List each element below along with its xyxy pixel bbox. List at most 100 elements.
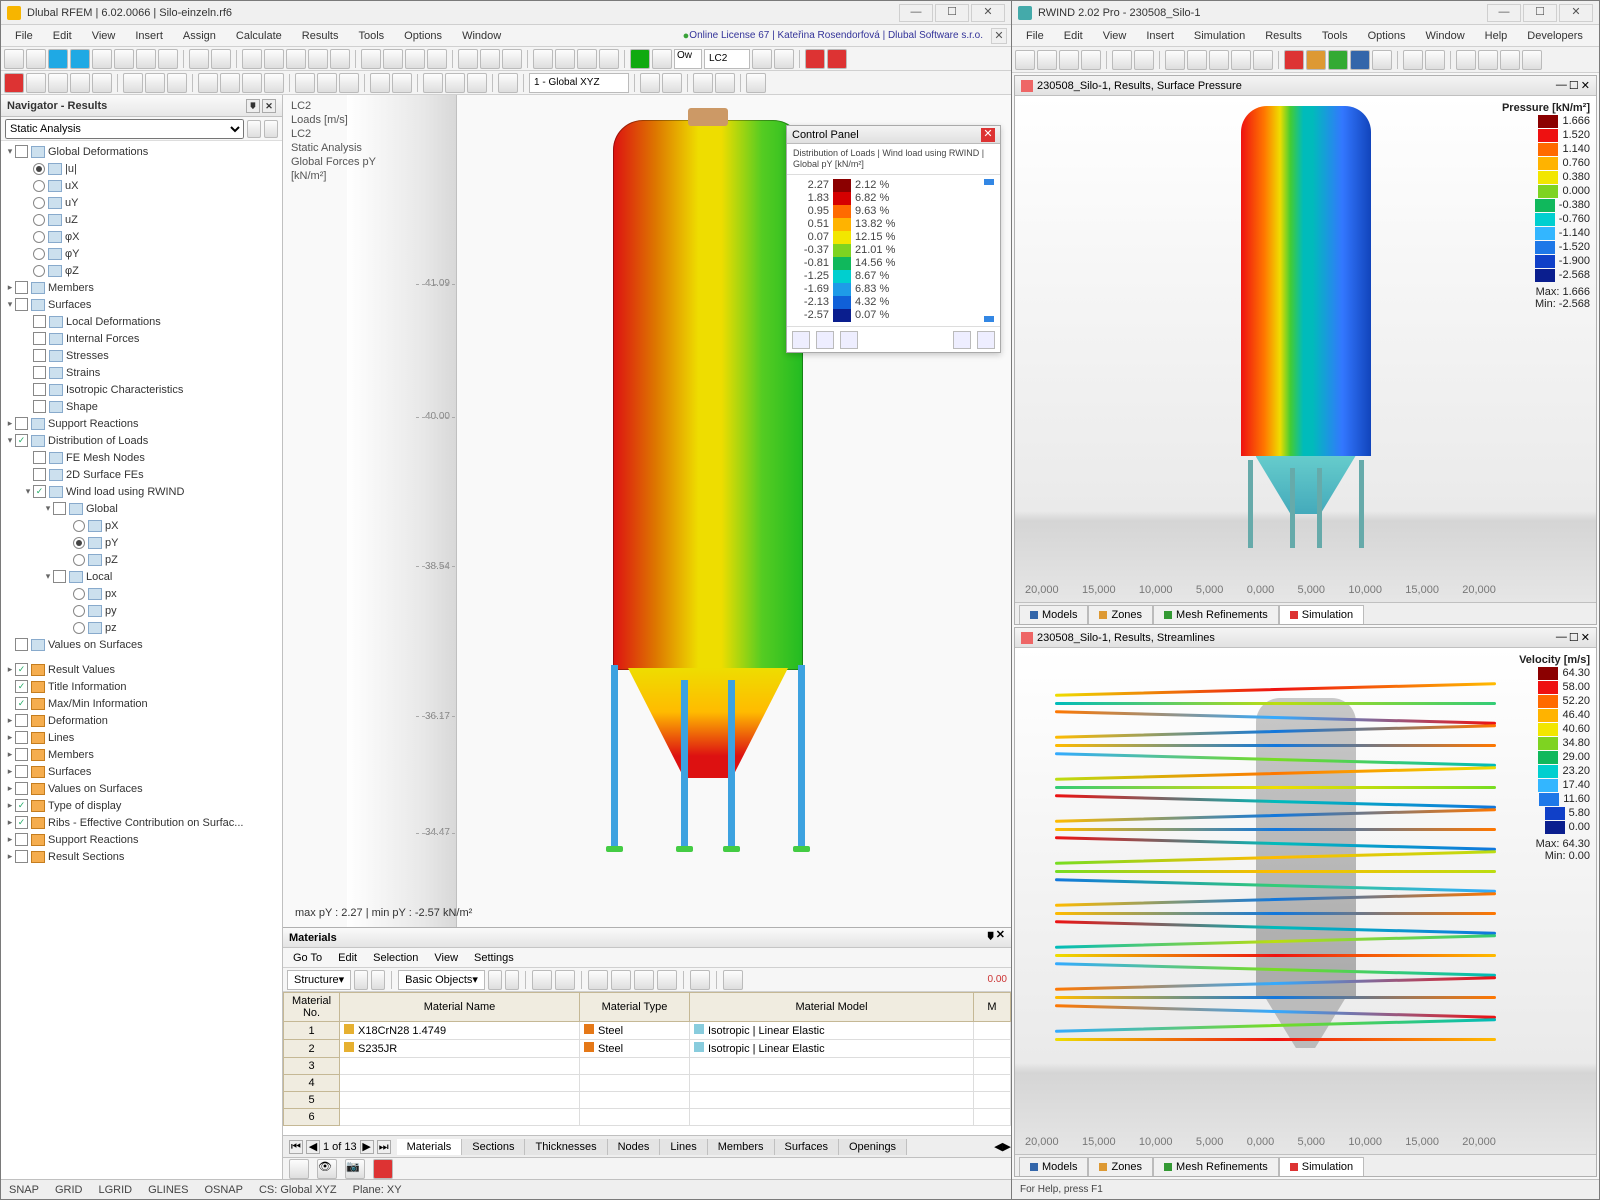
misc-1-icon[interactable] <box>498 73 518 93</box>
tab-sections[interactable]: Sections <box>462 1139 525 1155</box>
table-row[interactable]: 5 <box>284 1092 1011 1109</box>
nav-pin-icon[interactable]: 🠷 <box>246 99 260 113</box>
redo-arrow-icon[interactable] <box>211 49 231 69</box>
tree--x[interactable]: φX <box>3 228 282 245</box>
v1-max-icon[interactable]: ☐ <box>1569 79 1579 92</box>
menu-file[interactable]: File <box>5 28 43 44</box>
tree--u-[interactable]: |u| <box>3 160 282 177</box>
r-tab-mesh-refinements[interactable]: Mesh Refinements <box>1153 605 1279 624</box>
menu-results[interactable]: Results <box>292 28 349 44</box>
render-3-icon[interactable] <box>502 49 522 69</box>
mat-prev-icon[interactable] <box>354 970 368 990</box>
tree-max-min-information[interactable]: ✓Max/Min Information <box>3 695 282 712</box>
mat-tool-5-icon[interactable] <box>634 970 654 990</box>
r-menu-developers[interactable]: Developers <box>1517 28 1593 44</box>
load-4-icon[interactable] <box>264 73 284 93</box>
mat-tool-4-icon[interactable] <box>611 970 631 990</box>
tree-py[interactable]: py <box>3 602 282 619</box>
tree-local-deformations[interactable]: Local Deformations <box>3 313 282 330</box>
r-tab-zones[interactable]: Zones <box>1088 1157 1153 1176</box>
legend-slider[interactable] <box>984 179 996 322</box>
r-v2-icon[interactable] <box>1187 50 1207 70</box>
tree-pz[interactable]: pz <box>3 619 282 636</box>
print-icon[interactable] <box>136 49 156 69</box>
tab-lines[interactable]: Lines <box>660 1139 707 1155</box>
sb-icon-2[interactable]: 👁 <box>317 1159 337 1179</box>
zoom-in-icon[interactable] <box>533 49 553 69</box>
r-print-icon[interactable] <box>1081 50 1101 70</box>
undo-icon[interactable] <box>114 49 134 69</box>
v1-min-icon[interactable]: — <box>1556 79 1567 92</box>
zoom-fit-icon[interactable] <box>577 49 597 69</box>
page-next-icon[interactable]: ▶ <box>360 1140 374 1154</box>
close-button[interactable]: ✕ <box>971 4 1005 22</box>
page-prev-icon[interactable]: ◀ <box>306 1140 320 1154</box>
sup-1-icon[interactable] <box>295 73 315 93</box>
r-sim2-icon[interactable] <box>1306 50 1326 70</box>
sb-icon-3[interactable]: 📷 <box>345 1159 365 1179</box>
r-redo-icon[interactable] <box>1134 50 1154 70</box>
pan-icon[interactable] <box>599 49 619 69</box>
view-mode-1-icon[interactable] <box>361 49 381 69</box>
view1-canvas[interactable]: Pressure [kN/m²] 1.6661.5201.1400.7600.3… <box>1015 96 1596 602</box>
r-menu-results[interactable]: Results <box>1255 28 1312 44</box>
mat-next-icon[interactable] <box>371 970 385 990</box>
coord-system-combo[interactable]: 1 - Global XYZ <box>529 73 629 93</box>
arrow-red-icon[interactable] <box>4 73 24 93</box>
mem-2-icon[interactable] <box>145 73 165 93</box>
tab-materials[interactable]: Materials <box>397 1139 463 1155</box>
r-v4-icon[interactable] <box>1231 50 1251 70</box>
tree-py[interactable]: pY <box>3 534 282 551</box>
results-off-icon[interactable] <box>630 49 650 69</box>
tree-global-deformations[interactable]: ▾Global Deformations <box>3 143 282 160</box>
mat-menu-view[interactable]: View <box>428 950 464 966</box>
mat-menu-settings[interactable]: Settings <box>468 950 520 966</box>
mat-pin-icon[interactable]: 🠷 <box>988 928 994 947</box>
view-3d-canvas[interactable]: 41.0940.0038.5436.1734.47 LC2Loads [m/s]… <box>283 95 1011 927</box>
mat-tool-3-icon[interactable] <box>588 970 608 990</box>
results-on-icon[interactable] <box>652 49 672 69</box>
r-v1-icon[interactable] <box>1165 50 1185 70</box>
drop-4-icon[interactable] <box>92 73 112 93</box>
v2-min-icon[interactable]: — <box>1556 631 1567 644</box>
dim-2-icon[interactable] <box>392 73 412 93</box>
tree-uz[interactable]: uZ <box>3 211 282 228</box>
lc-prev-icon[interactable] <box>752 49 772 69</box>
tree--y[interactable]: φY <box>3 245 282 262</box>
mat-menu-go-to[interactable]: Go To <box>287 950 328 966</box>
render-1-icon[interactable] <box>458 49 478 69</box>
navigator-tree[interactable]: ▾Global Deformations|u|uXuYuZφXφYφZ▸Memb… <box>1 141 282 1179</box>
tab-openings[interactable]: Openings <box>839 1139 907 1155</box>
drop-1-icon[interactable] <box>26 73 46 93</box>
r-menu-insert[interactable]: Insert <box>1136 28 1184 44</box>
child-close-icon[interactable]: ✕ <box>991 28 1007 44</box>
mat-combo-right[interactable]: Basic Objects ▾ <box>398 970 485 990</box>
r-tab-mesh-refinements[interactable]: Mesh Refinements <box>1153 1157 1279 1176</box>
r-open-icon[interactable] <box>1037 50 1057 70</box>
tree-result-sections[interactable]: ▸Result Sections <box>3 848 282 865</box>
r-undo-icon[interactable] <box>1112 50 1132 70</box>
tree-result-values[interactable]: ▸✓Result Values <box>3 661 282 678</box>
sb-icon-1[interactable] <box>289 1159 309 1179</box>
r-sim1-icon[interactable] <box>1284 50 1304 70</box>
misc-5-icon[interactable] <box>715 73 735 93</box>
load-1-icon[interactable] <box>198 73 218 93</box>
mem-3-icon[interactable] <box>167 73 187 93</box>
mat-tool-1-icon[interactable] <box>532 970 552 990</box>
cs-3-icon[interactable] <box>467 73 487 93</box>
load-2-icon[interactable] <box>220 73 240 93</box>
tree-shape[interactable]: Shape <box>3 398 282 415</box>
control-panel[interactable]: Control Panel✕ Distribution of Loads | W… <box>786 125 1001 353</box>
open-icon[interactable] <box>26 49 46 69</box>
save-icon[interactable] <box>92 49 112 69</box>
tree-values-on-surfaces[interactable]: ▸Values on Surfaces <box>3 780 282 797</box>
tree-px[interactable]: pX <box>3 517 282 534</box>
cw-box[interactable]: Ow <box>674 49 702 69</box>
tree--z[interactable]: φZ <box>3 262 282 279</box>
mat-r-prev-icon[interactable] <box>488 970 502 990</box>
r-menu-view[interactable]: View <box>1093 28 1137 44</box>
mat-close-icon[interactable]: ✕ <box>996 928 1005 947</box>
nav-close-icon[interactable]: ✕ <box>262 99 276 113</box>
misc-6-icon[interactable] <box>746 73 766 93</box>
tree-title-information[interactable]: ✓Title Information <box>3 678 282 695</box>
